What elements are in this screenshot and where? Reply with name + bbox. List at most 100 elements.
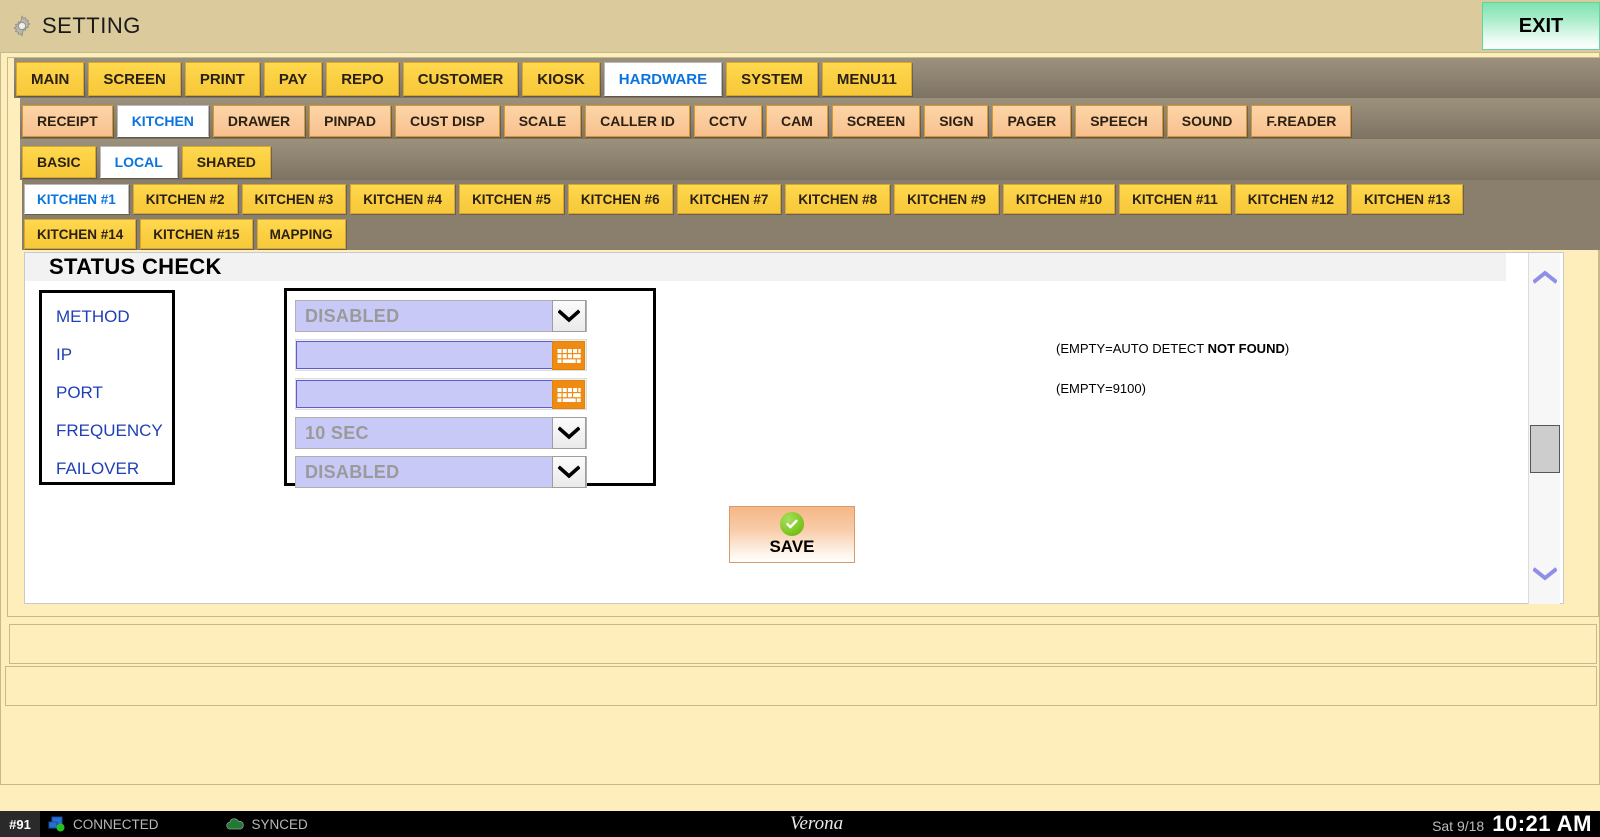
main-frame: MAIN SCREEN PRINT PAY REPO CUSTOMER KIOSK HARDW…: [0, 52, 1600, 785]
tab-label: SHARED: [196, 154, 256, 170]
tab-kitchen-1[interactable]: KITCHEN #1: [24, 184, 129, 214]
tab-label: CAM: [780, 113, 813, 129]
failover-select[interactable]: DISABLED: [295, 456, 587, 488]
tab-kitchen-7[interactable]: KITCHEN #7: [676, 184, 782, 214]
tab-kitchen-4[interactable]: KITCHEN #4: [350, 184, 456, 214]
tab-kitchen-15[interactable]: KITCHEN #15: [140, 219, 253, 249]
tab-pager[interactable]: PAGER: [992, 105, 1072, 137]
connection-status: CONNECTED: [48, 816, 159, 832]
control-row-failover: DISABLED: [295, 453, 645, 491]
page-title: SETTING: [42, 13, 141, 38]
tab-screen[interactable]: SCREEN: [88, 62, 181, 96]
tab-menu11[interactable]: MENU11: [821, 62, 912, 96]
keyboard-icon[interactable]: [552, 341, 585, 370]
tab-label: KITCHEN #13: [1363, 191, 1451, 207]
sync-status-label: SYNCED: [251, 816, 308, 832]
ip-hint-prefix: (EMPTY=AUTO DETECT: [1056, 341, 1208, 356]
port-input[interactable]: [296, 380, 553, 408]
section-title: STATUS CHECK: [49, 254, 222, 279]
tab-kitchen-14[interactable]: KITCHEN #14: [24, 219, 137, 249]
tab-cctv[interactable]: CCTV: [693, 105, 762, 137]
tab-print[interactable]: PRINT: [184, 62, 260, 96]
chevron-down-icon[interactable]: [552, 417, 586, 449]
ip-input[interactable]: [296, 341, 553, 369]
inner-frame: MAIN SCREEN PRINT PAY REPO CUSTOMER KIOSK HARDW…: [7, 57, 1600, 617]
tab-label: KITCHEN #15: [153, 226, 240, 242]
ip-hint-suffix: ): [1284, 341, 1290, 356]
tab-system[interactable]: SYSTEM: [726, 62, 818, 96]
tab-kitchen-6[interactable]: KITCHEN #6: [567, 184, 673, 214]
keyboard-icon[interactable]: [552, 380, 585, 409]
tab-label: CUST DISP: [410, 113, 485, 129]
tab-label: KITCHEN #9: [907, 191, 986, 207]
frequency-select[interactable]: 10 SEC: [295, 417, 587, 449]
tab-sound[interactable]: SOUND: [1166, 105, 1248, 137]
tab-label: KITCHEN #3: [254, 191, 334, 207]
tab-receipt[interactable]: RECEIPT: [22, 105, 113, 137]
chevron-down-icon[interactable]: [552, 456, 586, 488]
exit-button[interactable]: EXIT: [1482, 2, 1600, 50]
tab-hardware[interactable]: HARDWARE: [603, 62, 723, 96]
tab-label: PRINT: [199, 70, 245, 88]
tab-kitchen-11[interactable]: KITCHEN #11: [1119, 184, 1231, 214]
network-icon: [48, 816, 66, 832]
control-row-frequency: 10 SEC: [295, 414, 645, 452]
tab-customer[interactable]: CUSTOMER: [402, 62, 519, 96]
scroll-down-icon[interactable]: [1530, 556, 1560, 592]
tab-f-reader[interactable]: F.READER: [1251, 105, 1352, 137]
tab-scale[interactable]: SCALE: [503, 105, 582, 137]
tab-label: SCREEN: [846, 113, 906, 129]
tab-drawer[interactable]: DRAWER: [212, 105, 306, 137]
tab-speech[interactable]: SPEECH: [1075, 105, 1163, 137]
tab-sign[interactable]: SIGN: [924, 105, 989, 137]
gear-icon: [8, 12, 36, 40]
field-control-box: DISABLED 10 SEC DISABLED: [284, 288, 656, 488]
tab-kitchen-8[interactable]: KITCHEN #8: [785, 184, 891, 214]
tab-basic[interactable]: BASIC: [22, 146, 96, 178]
tab-shared[interactable]: SHARED: [181, 146, 271, 178]
check-circle-icon: [780, 512, 804, 536]
tab-screen[interactable]: SCREEN: [831, 105, 921, 137]
content-scrollbar[interactable]: [1528, 253, 1560, 604]
tab-label: CUSTOMER: [417, 70, 504, 88]
tab-kitchen-2[interactable]: KITCHEN #2: [132, 184, 238, 214]
tab-row-hardware: RECEIPT KITCHEN DRAWER PINPAD CUST DISP SCALE…: [20, 98, 1600, 139]
tab-main[interactable]: MAIN: [16, 62, 85, 96]
tab-row-scope: BASIC LOCAL SHARED: [20, 139, 1600, 180]
content-panel: STATUS CHECK METHOD IP PORT FREQUENCY FAILOV…: [24, 252, 1564, 604]
tab-kitchen-10[interactable]: KITCHEN #10: [1002, 184, 1116, 214]
tab-cust-disp[interactable]: CUST DISP: [395, 105, 500, 137]
control-row-ip: [295, 336, 645, 374]
scrollbar-thumb[interactable]: [1529, 425, 1560, 473]
control-row-port: [295, 375, 645, 413]
setting-screen: SETTING EXIT MAIN SCREEN PRINT PAY REPO CUSTO…: [0, 0, 1600, 837]
tab-kitchen[interactable]: KITCHEN: [116, 105, 209, 137]
method-select[interactable]: DISABLED: [295, 300, 587, 332]
tab-label: MENU11: [836, 70, 897, 88]
tab-cam[interactable]: CAM: [765, 105, 828, 137]
tab-kitchen-13[interactable]: KITCHEN #13: [1350, 184, 1464, 214]
tab-caller-id[interactable]: CALLER ID: [585, 105, 690, 137]
tab-pinpad[interactable]: PINPAD: [309, 105, 392, 137]
sync-status: SYNCED: [225, 817, 308, 832]
chevron-down-icon[interactable]: [552, 300, 586, 332]
save-button[interactable]: SAVE: [729, 506, 855, 563]
tab-mapping[interactable]: MAPPING: [256, 219, 346, 249]
tab-label: SYSTEM: [741, 70, 803, 88]
tab-kiosk[interactable]: KIOSK: [522, 62, 600, 96]
ip-hint-bold: NOT FOUND: [1207, 341, 1285, 356]
clock-time: 10:21 AM: [1492, 811, 1592, 836]
tab-kitchen-9[interactable]: KITCHEN #9: [894, 184, 999, 214]
tab-pay[interactable]: PAY: [263, 62, 323, 96]
tab-kitchen-3[interactable]: KITCHEN #3: [241, 184, 347, 214]
tab-kitchen-12[interactable]: KITCHEN #12: [1234, 184, 1347, 214]
clock: Sat 9/18 10:21 AM: [1432, 811, 1592, 837]
scroll-up-icon[interactable]: [1530, 259, 1560, 295]
tab-local[interactable]: LOCAL: [99, 146, 178, 178]
tab-kitchen-5[interactable]: KITCHEN #5: [459, 184, 564, 214]
port-field-wrapper: [295, 378, 587, 410]
tab-label: KITCHEN #14: [37, 226, 124, 242]
control-row-method: DISABLED: [295, 297, 645, 335]
tab-label: MAIN: [31, 70, 70, 88]
tab-repo[interactable]: REPO: [326, 62, 399, 96]
